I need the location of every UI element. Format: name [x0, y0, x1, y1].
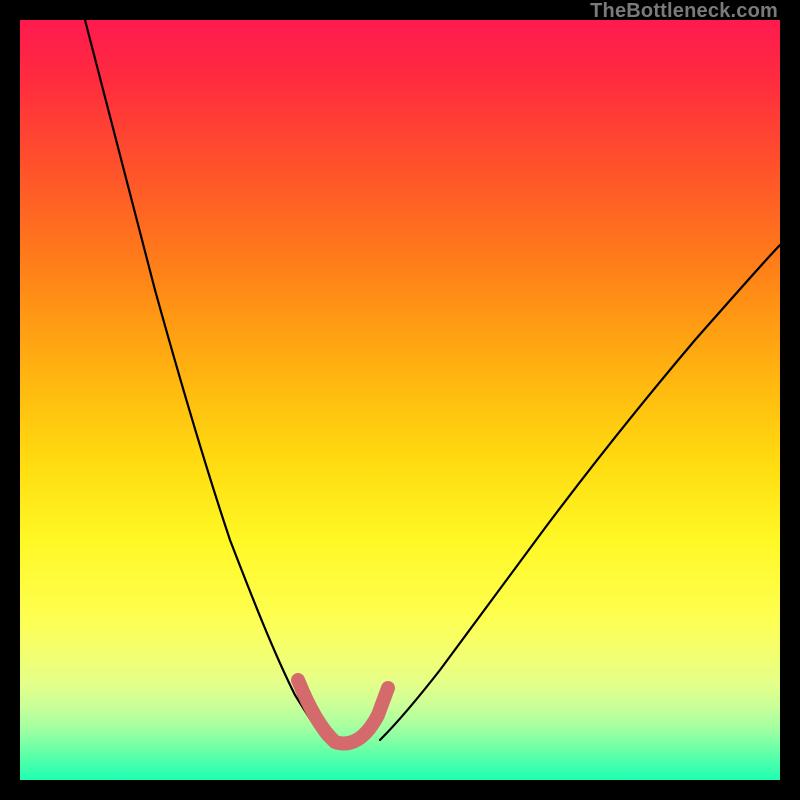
plot-area: [20, 20, 780, 780]
curve-layer: [20, 20, 780, 780]
right-curve: [380, 245, 780, 740]
bottom-highlight: [298, 680, 388, 744]
chart-canvas: TheBottleneck.com: [0, 0, 800, 800]
left-curve: [85, 20, 325, 740]
attribution-label: TheBottleneck.com: [590, 0, 778, 23]
